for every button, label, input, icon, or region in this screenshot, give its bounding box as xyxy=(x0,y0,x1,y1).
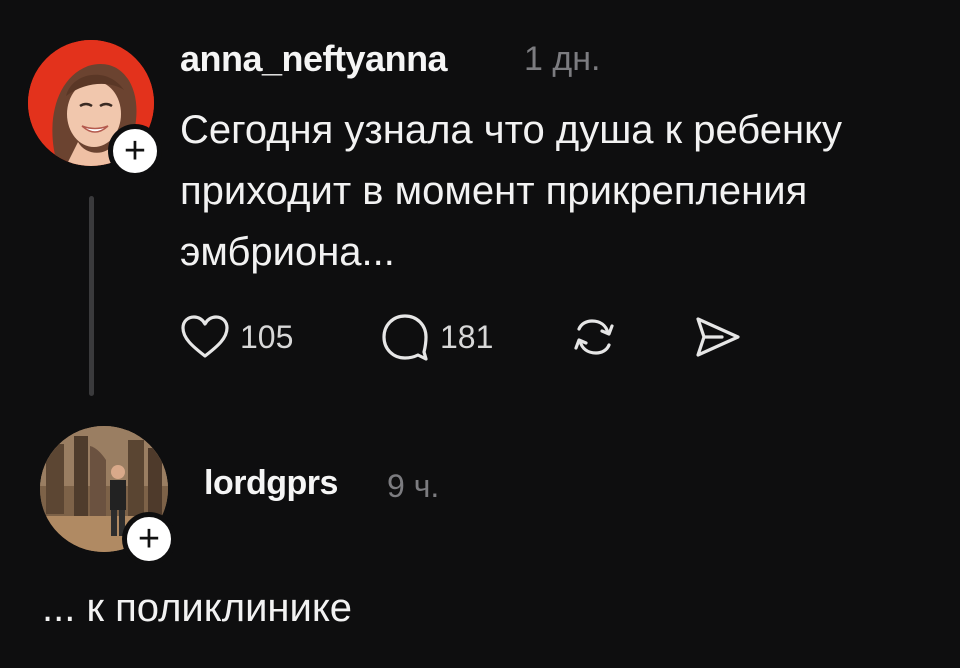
repost-button[interactable] xyxy=(570,308,618,366)
follow-author-button[interactable]: + xyxy=(108,124,162,178)
like-count: 105 xyxy=(240,318,294,355)
author-username[interactable]: anna_neftyanna xyxy=(180,38,448,80)
plus-icon: + xyxy=(137,518,161,560)
post-actions: 105 181 xyxy=(180,308,780,366)
comment-icon xyxy=(382,314,428,361)
post-timestamp: 1 дн. xyxy=(524,40,601,78)
reply-count: 181 xyxy=(440,318,494,355)
heart-icon xyxy=(181,315,229,358)
like-button[interactable]: 105 xyxy=(180,308,293,366)
post-text-line: Сегодня узнала что душа к ребенку xyxy=(180,108,843,152)
repost-icon xyxy=(574,319,614,355)
reply-timestamp: 9 ч. xyxy=(387,468,440,504)
follow-reply-author-button[interactable]: + xyxy=(122,512,176,566)
share-button[interactable] xyxy=(692,308,742,366)
thread-line xyxy=(89,196,94,396)
post-text: Сегодня узнала что душа к ребенку приход… xyxy=(180,100,950,283)
reply-button[interactable]: 181 xyxy=(380,308,493,366)
reply-username[interactable]: lordgprs xyxy=(204,464,338,503)
reply-text: ... к поликлинике xyxy=(42,586,353,630)
plus-icon: + xyxy=(123,130,147,172)
send-icon xyxy=(696,317,740,357)
post-text-line: приходит в момент прикрепления xyxy=(180,169,808,213)
post-text-line: эмбриона... xyxy=(180,230,395,274)
